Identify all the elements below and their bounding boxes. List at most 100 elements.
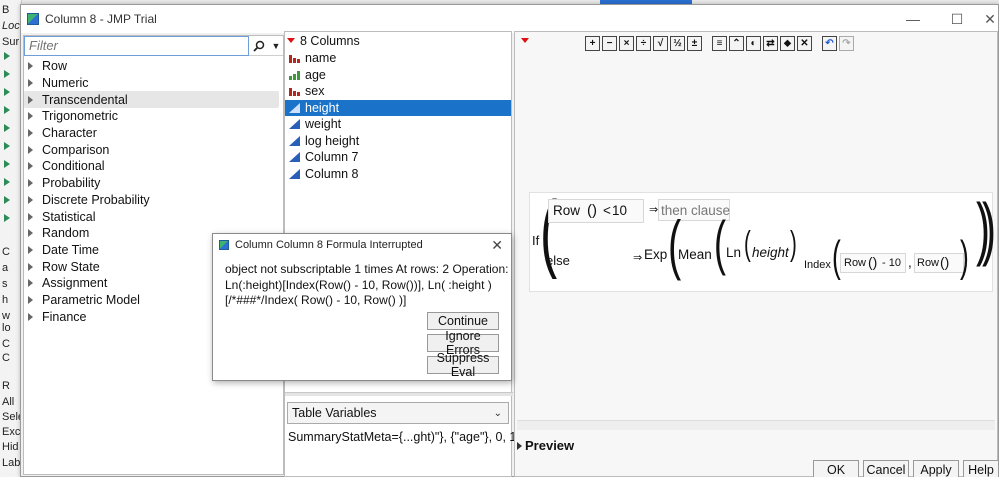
expand-triangle-icon[interactable]	[28, 279, 33, 288]
red-triangle-menu-icon[interactable]	[287, 38, 295, 43]
ln-close-paren: )	[790, 225, 797, 263]
add-icon[interactable]: +	[585, 35, 600, 51]
then-arrow-icon: ⇒	[649, 204, 659, 216]
exp-function[interactable]: Exp	[644, 247, 667, 262]
exp-open-paren: (	[668, 207, 682, 281]
expand-triangle-icon[interactable]	[28, 95, 33, 104]
expand-triangle-icon[interactable]	[28, 229, 33, 238]
table-variables-select[interactable]: Table Variables ⌄	[287, 402, 509, 424]
function-category-trigonometric[interactable]: Trigonometric	[24, 108, 283, 125]
expand-triangle-icon[interactable]	[28, 212, 33, 221]
preview-toggle[interactable]: Preview	[517, 438, 574, 453]
minimize-icon[interactable]: —	[891, 5, 935, 33]
function-category-probability[interactable]: Probability	[24, 175, 283, 192]
expand-triangle-icon[interactable]	[28, 312, 33, 321]
expand-triangle-icon[interactable]	[28, 129, 33, 138]
mean-function[interactable]: Mean	[678, 247, 712, 262]
subtract-icon[interactable]: −	[602, 35, 617, 51]
undo-icon[interactable]: ↶	[822, 35, 837, 51]
search-icon[interactable]	[249, 36, 269, 56]
ok-button[interactable]: OK	[813, 460, 859, 477]
else-keyword: else	[546, 253, 570, 268]
expand-triangle-icon[interactable]	[28, 295, 33, 304]
expand-triangle-icon[interactable]	[28, 145, 33, 154]
bg-label: a	[2, 262, 9, 274]
suppress-eval-button[interactable]: Suppress Eval	[427, 351, 499, 379]
swap-icon[interactable]: ⇄	[763, 35, 778, 51]
expand-triangle-icon[interactable]	[28, 62, 33, 71]
row-parens: ()	[868, 254, 878, 270]
bg-label: lo	[2, 322, 11, 334]
function-category-statistical[interactable]: Statistical	[24, 208, 283, 225]
column-item[interactable]: Column 7	[285, 149, 511, 166]
continuous-column-icon	[289, 135, 300, 146]
filter-input[interactable]	[24, 35, 249, 56]
maximize-icon[interactable]: ☐	[935, 5, 979, 33]
bg-label: Hid	[2, 441, 19, 453]
continuous-column-icon	[289, 152, 300, 163]
expand-triangle-icon[interactable]	[28, 79, 33, 88]
function-category-discrete-probability[interactable]: Discrete Probability	[24, 192, 283, 209]
continue-button[interactable]: Continue	[427, 312, 499, 330]
expand-triangle-icon[interactable]	[28, 245, 33, 254]
expand-triangle-icon[interactable]	[28, 179, 33, 188]
chevron-down-icon: ⌄	[493, 407, 502, 419]
delete-node-icon[interactable]: ⬥	[780, 35, 795, 51]
expand-triangle-icon[interactable]	[28, 112, 33, 121]
multiply-icon[interactable]: ×	[619, 35, 634, 51]
close-icon[interactable]: ✕	[979, 5, 999, 33]
constant-ten[interactable]: 10	[612, 203, 627, 218]
local-variable-icon[interactable]: ≡	[712, 35, 727, 51]
function-category-conditional[interactable]: Conditional	[24, 158, 283, 175]
bg-expand-icon	[4, 214, 10, 222]
horizontal-scrollbar[interactable]	[517, 420, 995, 430]
clear-icon[interactable]: ✕	[797, 35, 812, 51]
unpeel-icon[interactable]: ◐	[746, 35, 761, 51]
row-function[interactable]: Row	[844, 257, 866, 269]
fraction-icon[interactable]: ½	[670, 35, 685, 51]
red-triangle-menu-icon[interactable]	[521, 38, 529, 43]
index-function[interactable]: Index	[804, 259, 831, 271]
root-icon[interactable]: √	[653, 35, 668, 51]
function-category-transcendental[interactable]: Transcendental	[24, 91, 279, 109]
column-item[interactable]: Column 8	[285, 166, 511, 183]
cancel-button[interactable]: Cancel	[863, 460, 909, 477]
else-arrow-icon: ⇒	[633, 252, 643, 264]
row-function[interactable]: Row	[917, 257, 939, 269]
chevron-down-icon[interactable]: ▼	[269, 36, 283, 56]
peel-icon[interactable]: ⌃	[729, 35, 744, 51]
redo-icon[interactable]: ↷	[839, 35, 854, 51]
expand-triangle-icon[interactable]	[517, 441, 522, 450]
function-category-comparison[interactable]: Comparison	[24, 141, 283, 158]
column-item[interactable]: log height	[285, 133, 511, 150]
help-button[interactable]: Help	[963, 460, 999, 477]
expand-triangle-icon[interactable]	[28, 262, 33, 271]
columns-header: 8 Columns	[285, 32, 511, 49]
row-parens: ()	[940, 254, 950, 270]
function-category-numeric[interactable]: Numeric	[24, 75, 283, 92]
title-bar: Column 8 - JMP Trial — ☐ ✕	[21, 5, 998, 33]
formula-expression[interactable]: If ( ) ) Row () < 10 ⇒ then clause else …	[529, 189, 996, 292]
function-category-row[interactable]: Row	[24, 58, 283, 75]
divide-icon[interactable]: ÷	[636, 35, 651, 51]
bg-label: B	[2, 4, 10, 16]
apply-button[interactable]: Apply	[913, 460, 959, 477]
pane-splitter[interactable]	[285, 392, 513, 396]
column-item[interactable]: name	[285, 50, 511, 67]
expand-triangle-icon[interactable]	[28, 195, 33, 204]
column-item[interactable]: age	[285, 67, 511, 84]
height-column-ref[interactable]: height	[752, 245, 789, 260]
expand-triangle-icon[interactable]	[28, 162, 33, 171]
column-item[interactable]: sex	[285, 83, 511, 100]
formula-toolbar: + − × ÷ √ ½ ± ≡ ⌃ ◐ ⇄ ⬥ ✕ ↶ ↷	[585, 34, 856, 52]
ln-function[interactable]: Ln	[726, 245, 741, 260]
close-icon[interactable]: ✕	[491, 237, 503, 254]
dialog-title: Column Column 8 Formula Interrupted	[235, 239, 423, 251]
plus-minus-icon[interactable]: ±	[687, 35, 702, 51]
ordinal-column-icon	[289, 70, 300, 80]
row-function[interactable]: Row	[553, 203, 580, 218]
column-item[interactable]: weight	[285, 116, 511, 133]
ignore-errors-button[interactable]: Ignore Errors	[427, 329, 499, 357]
column-item-selected[interactable]: height	[285, 99, 511, 116]
function-category-character[interactable]: Character	[24, 125, 283, 142]
